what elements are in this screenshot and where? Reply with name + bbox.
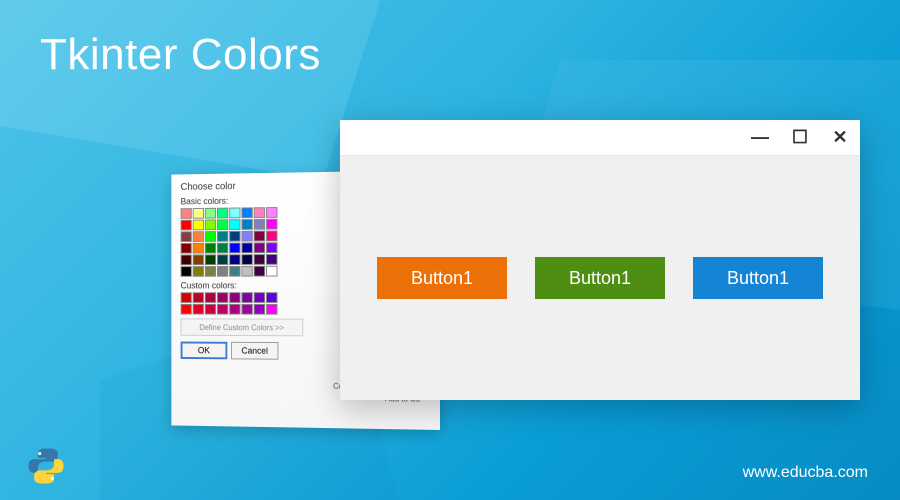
color-swatch[interactable] — [205, 208, 216, 219]
color-swatch[interactable] — [181, 255, 192, 266]
color-swatch[interactable] — [205, 254, 216, 265]
define-custom-colors-button[interactable]: Define Custom Colors >> — [181, 318, 304, 336]
color-swatch[interactable] — [193, 243, 204, 254]
color-swatch[interactable] — [241, 304, 252, 315]
maximize-icon[interactable]: ☐ — [780, 120, 820, 156]
color-swatch[interactable] — [266, 266, 277, 277]
color-swatch[interactable] — [254, 219, 265, 230]
close-icon[interactable]: ✕ — [820, 120, 860, 156]
color-swatch[interactable] — [254, 266, 265, 277]
color-swatch[interactable] — [205, 292, 216, 303]
color-swatch[interactable] — [266, 304, 277, 315]
color-swatch[interactable] — [254, 231, 265, 242]
tkinter-window: — ☐ ✕ Button1 Button1 Button1 — [340, 120, 860, 400]
color-swatch[interactable] — [205, 304, 216, 315]
color-swatch[interactable] — [181, 266, 192, 277]
site-url: www.educba.com — [743, 464, 868, 482]
cancel-button[interactable]: Cancel — [231, 342, 278, 360]
color-swatch[interactable] — [241, 254, 252, 265]
color-swatch[interactable] — [254, 254, 265, 265]
color-swatch[interactable] — [229, 243, 240, 254]
color-swatch[interactable] — [193, 208, 204, 219]
titlebar: — ☐ ✕ — [340, 120, 860, 156]
color-swatch[interactable] — [193, 254, 204, 265]
color-swatch[interactable] — [254, 242, 265, 253]
color-swatch[interactable] — [205, 231, 216, 242]
ok-button[interactable]: OK — [181, 342, 228, 360]
color-swatch[interactable] — [217, 208, 228, 219]
color-swatch[interactable] — [229, 304, 240, 315]
basic-colors-grid[interactable] — [181, 207, 280, 277]
button-orange[interactable]: Button1 — [377, 257, 507, 299]
color-swatch[interactable] — [241, 219, 252, 230]
color-swatch[interactable] — [217, 219, 228, 230]
color-swatch[interactable] — [266, 219, 277, 230]
window-body: Button1 Button1 Button1 — [340, 156, 860, 400]
minimize-icon[interactable]: — — [740, 120, 780, 156]
color-swatch[interactable] — [193, 292, 204, 303]
color-swatch[interactable] — [217, 231, 228, 242]
color-swatch[interactable] — [205, 243, 216, 254]
python-logo-icon — [26, 446, 66, 486]
color-swatch[interactable] — [217, 266, 228, 277]
page-title: Tkinter Colors — [40, 30, 321, 80]
color-swatch[interactable] — [241, 207, 252, 218]
color-swatch[interactable] — [193, 231, 204, 242]
color-swatch[interactable] — [266, 207, 277, 218]
color-swatch[interactable] — [229, 207, 240, 218]
button-blue[interactable]: Button1 — [693, 257, 823, 299]
bg-decoration — [0, 0, 380, 180]
color-swatch[interactable] — [205, 219, 216, 230]
color-swatch[interactable] — [254, 207, 265, 218]
color-swatch[interactable] — [205, 266, 216, 277]
color-swatch[interactable] — [193, 304, 204, 315]
color-swatch[interactable] — [266, 254, 277, 265]
color-swatch[interactable] — [241, 231, 252, 242]
color-swatch[interactable] — [181, 292, 192, 303]
color-swatch[interactable] — [181, 243, 192, 254]
color-swatch[interactable] — [193, 220, 204, 231]
color-swatch[interactable] — [217, 304, 228, 315]
color-swatch[interactable] — [254, 304, 265, 315]
color-swatch[interactable] — [266, 242, 277, 253]
color-swatch[interactable] — [181, 231, 192, 242]
color-swatch[interactable] — [217, 254, 228, 265]
custom-colors-grid[interactable] — [181, 292, 280, 315]
color-swatch[interactable] — [229, 254, 240, 265]
color-swatch[interactable] — [217, 243, 228, 254]
color-swatch[interactable] — [241, 292, 252, 303]
color-swatch[interactable] — [193, 266, 204, 277]
button-green[interactable]: Button1 — [535, 257, 665, 299]
color-swatch[interactable] — [181, 208, 192, 219]
color-swatch[interactable] — [229, 231, 240, 242]
color-swatch[interactable] — [266, 231, 277, 242]
color-swatch[interactable] — [266, 292, 277, 303]
color-swatch[interactable] — [181, 304, 192, 315]
color-swatch[interactable] — [229, 292, 240, 303]
color-swatch[interactable] — [181, 220, 192, 231]
color-swatch[interactable] — [229, 219, 240, 230]
color-swatch[interactable] — [254, 292, 265, 303]
color-swatch[interactable] — [217, 292, 228, 303]
color-swatch[interactable] — [241, 242, 252, 253]
color-swatch[interactable] — [241, 266, 252, 277]
color-swatch[interactable] — [229, 266, 240, 277]
